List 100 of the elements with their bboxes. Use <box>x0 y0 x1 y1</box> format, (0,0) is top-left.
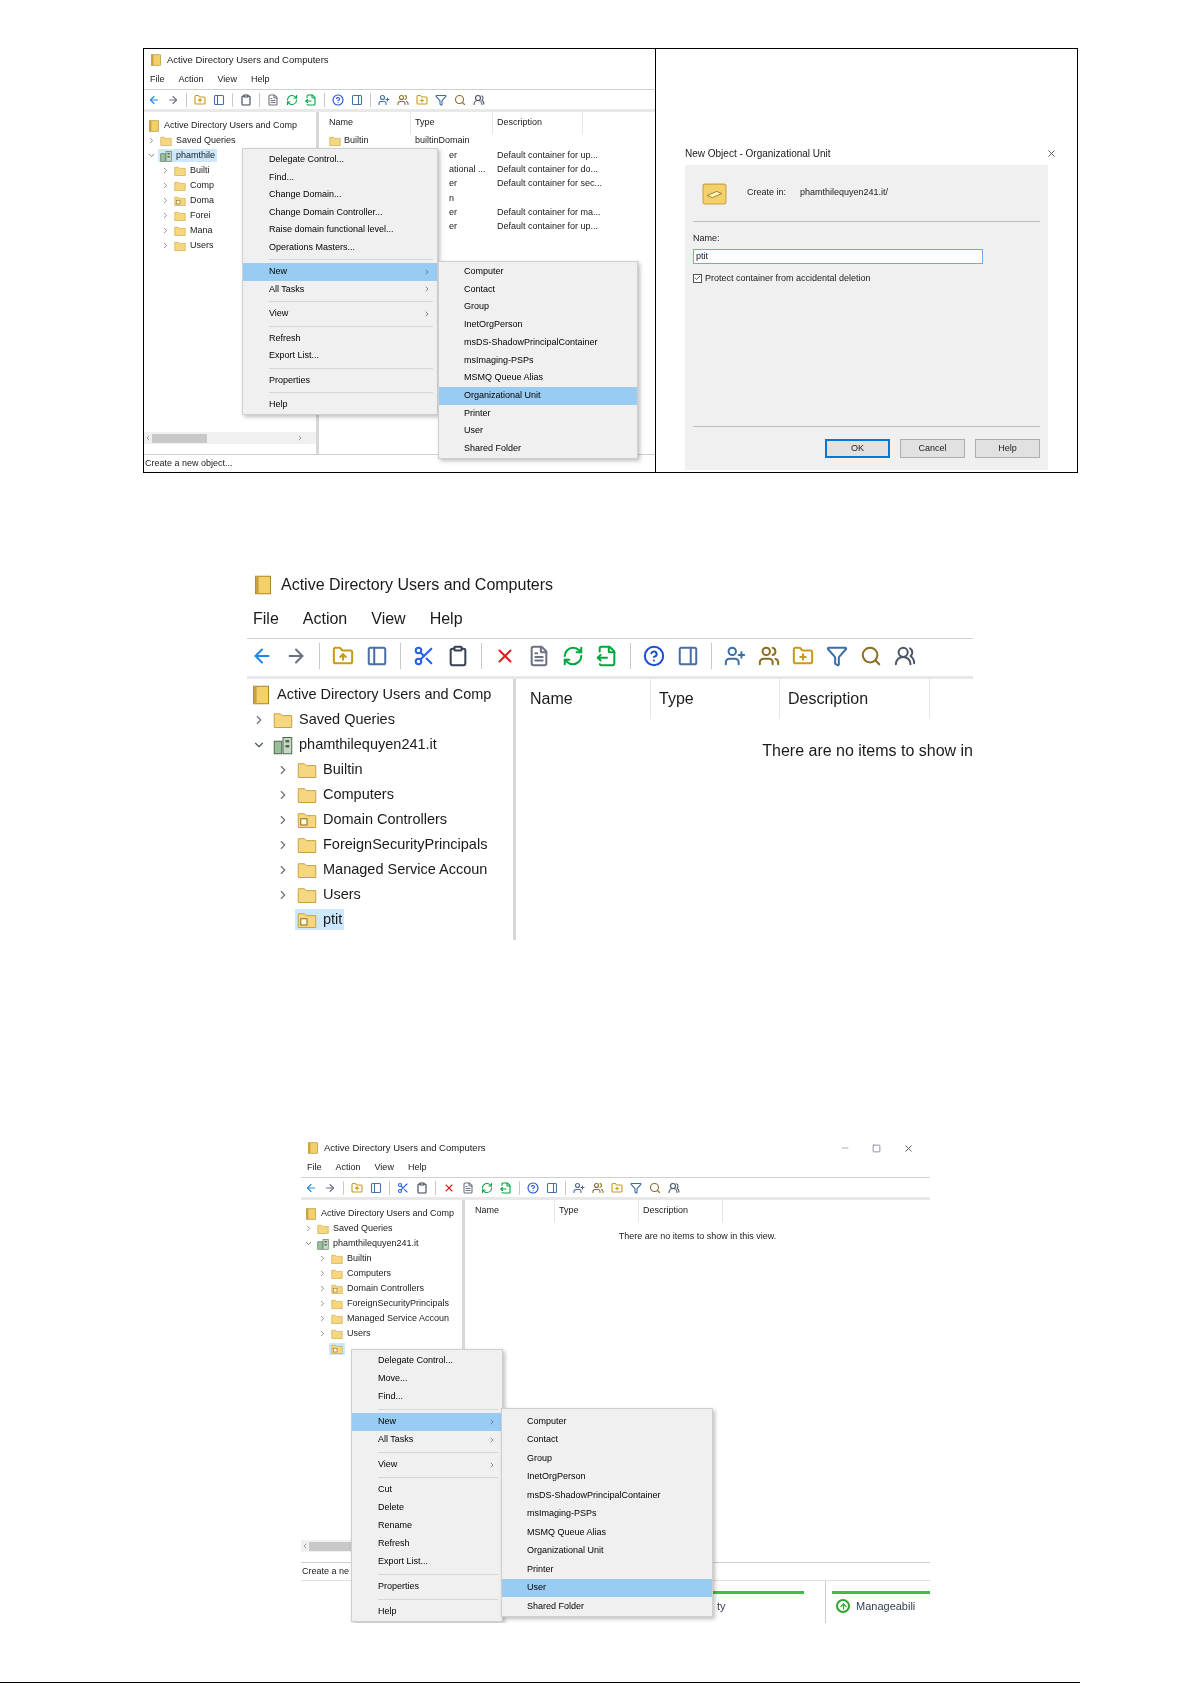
menu-item[interactable]: InetOrgPerson <box>439 316 637 334</box>
clipboard-icon[interactable] <box>240 93 252 106</box>
scroll-left-icon[interactable] <box>301 1542 309 1550</box>
tree-item[interactable]: ForeignSecurityPrincipals <box>329 1296 452 1311</box>
tree-item[interactable]: phamthilequyen241.it <box>271 733 439 756</box>
menu-item[interactable]: Change Domain Controller... <box>243 203 437 221</box>
close-icon[interactable] <box>1046 147 1057 159</box>
menu-item[interactable]: New <box>243 263 437 281</box>
export-icon[interactable] <box>500 1181 512 1194</box>
export-icon[interactable] <box>596 644 618 667</box>
menu-bar-item[interactable]: Action <box>178 73 204 87</box>
menu-bar-item[interactable]: File <box>253 607 279 631</box>
filter-icon[interactable] <box>630 1181 642 1194</box>
column-header[interactable]: Name <box>475 1204 499 1218</box>
clipboard-icon[interactable] <box>416 1181 428 1194</box>
menu-item[interactable]: Export List... <box>243 347 437 365</box>
people-icon[interactable] <box>668 1181 680 1194</box>
menu-item[interactable]: Refresh <box>243 329 437 347</box>
column-header[interactable]: Type <box>415 116 435 130</box>
menu-bar-item[interactable]: File <box>307 1161 322 1175</box>
tree-item[interactable]: Doma <box>172 193 216 208</box>
dialog-button[interactable]: OK <box>825 439 890 458</box>
menu-bar-item[interactable]: Action <box>302 607 348 631</box>
folder-up-icon[interactable] <box>351 1181 363 1194</box>
menu-bar-item[interactable]: Help <box>250 73 270 87</box>
menu-item[interactable]: Properties <box>243 371 437 389</box>
help-icon[interactable] <box>332 93 344 106</box>
export-icon[interactable] <box>305 93 317 106</box>
column-header[interactable]: Description <box>497 116 543 130</box>
menu-item[interactable]: User <box>439 422 637 440</box>
menu-item[interactable]: Delegate Control... <box>243 151 437 169</box>
search-icon[interactable] <box>454 93 466 106</box>
scroll-left-icon[interactable] <box>144 434 152 442</box>
menu-item[interactable]: Contact <box>502 1430 712 1449</box>
close-icon[interactable] <box>903 1142 914 1154</box>
folder-up-icon[interactable] <box>332 644 354 667</box>
tree-item[interactable]: Users <box>172 238 216 253</box>
menu-bar-item[interactable]: View <box>217 73 237 87</box>
menu-item[interactable]: Properties <box>352 1578 502 1596</box>
menu-item[interactable]: New <box>352 1413 502 1431</box>
column-header[interactable]: Description <box>643 1204 689 1218</box>
menu-item[interactable]: msImaging-PSPs <box>439 351 637 370</box>
tree-item[interactable]: Users <box>295 883 363 906</box>
menu-item[interactable]: MSMQ Queue Alias <box>439 369 637 387</box>
folder-add-icon[interactable] <box>611 1181 623 1194</box>
back-icon[interactable] <box>148 93 160 106</box>
tree-item[interactable]: Forei <box>172 208 213 223</box>
cut-icon[interactable] <box>397 1181 409 1194</box>
menu-item[interactable]: Rename <box>352 1517 502 1535</box>
properties-icon[interactable] <box>267 93 279 106</box>
menu-item[interactable]: msDS-ShadowPrincipalContainer <box>502 1486 712 1505</box>
menu-item[interactable]: Shared Folder <box>439 439 637 458</box>
menu-item[interactable]: Organizational Unit <box>439 386 637 405</box>
menu-item[interactable]: Group <box>502 1449 712 1468</box>
console-tree-icon[interactable] <box>213 93 225 106</box>
user-icon[interactable] <box>378 93 390 106</box>
menu-item[interactable]: Computer <box>439 263 637 281</box>
tree-item[interactable]: Active Directory Users and Comp <box>146 118 300 133</box>
filter-icon[interactable] <box>826 644 848 667</box>
group-icon[interactable] <box>592 1181 604 1194</box>
name-field[interactable]: ptit <box>693 248 983 264</box>
tree-item[interactable]: Saved Queries <box>315 1221 395 1236</box>
panel-icon[interactable] <box>677 644 699 667</box>
column-header[interactable]: Name <box>530 687 573 711</box>
tree-item[interactable]: ptit <box>295 908 345 931</box>
menu-item[interactable]: Cut <box>352 1481 502 1499</box>
tree-item[interactable]: Managed Service Accoun <box>329 1311 452 1326</box>
menu-item[interactable]: View <box>243 305 437 323</box>
menu-item[interactable]: All Tasks <box>352 1431 502 1449</box>
console-tree-icon[interactable] <box>366 644 388 667</box>
tree-item[interactable]: Domain Controllers <box>329 1281 427 1296</box>
forward-icon[interactable] <box>324 1181 336 1194</box>
menu-item[interactable]: MSMQ Queue Alias <box>502 1523 712 1542</box>
tree-item[interactable]: Comp <box>172 178 216 193</box>
folder-add-icon[interactable] <box>792 644 814 667</box>
menu-bar-item[interactable]: File <box>150 73 165 87</box>
maximize-icon[interactable] <box>872 1143 881 1153</box>
menu-item[interactable]: Raise domain functional level... <box>243 221 437 239</box>
tree-item[interactable]: Saved Queries <box>158 133 238 148</box>
filter-icon[interactable] <box>435 93 447 106</box>
back-icon[interactable] <box>305 1181 317 1194</box>
menu-item[interactable]: User <box>502 1578 712 1597</box>
tree-item[interactable]: Managed Service Accoun <box>295 858 490 881</box>
menu-bar-item[interactable]: View <box>374 1161 394 1175</box>
dialog-button[interactable]: Help <box>975 439 1040 458</box>
group-icon[interactable] <box>397 93 409 106</box>
menu-item[interactable]: Delete <box>352 1499 502 1517</box>
menu-item[interactable]: Refresh <box>352 1535 502 1553</box>
refresh-icon[interactable] <box>481 1181 493 1194</box>
chevron-down-icon[interactable] <box>303 1239 313 1248</box>
cut-icon[interactable] <box>413 644 435 667</box>
properties-icon[interactable] <box>528 644 550 667</box>
menu-item[interactable]: Shared Folder <box>502 1597 712 1616</box>
properties-icon[interactable] <box>462 1181 474 1194</box>
menu-bar-item[interactable]: Action <box>335 1161 361 1175</box>
menu-item[interactable]: msImaging-PSPs <box>502 1504 712 1523</box>
menu-item[interactable]: Contact <box>439 280 637 299</box>
tree-item[interactable]: Users <box>329 1326 373 1341</box>
horizontal-scrollbar[interactable] <box>144 432 316 444</box>
group-icon[interactable] <box>758 644 780 667</box>
